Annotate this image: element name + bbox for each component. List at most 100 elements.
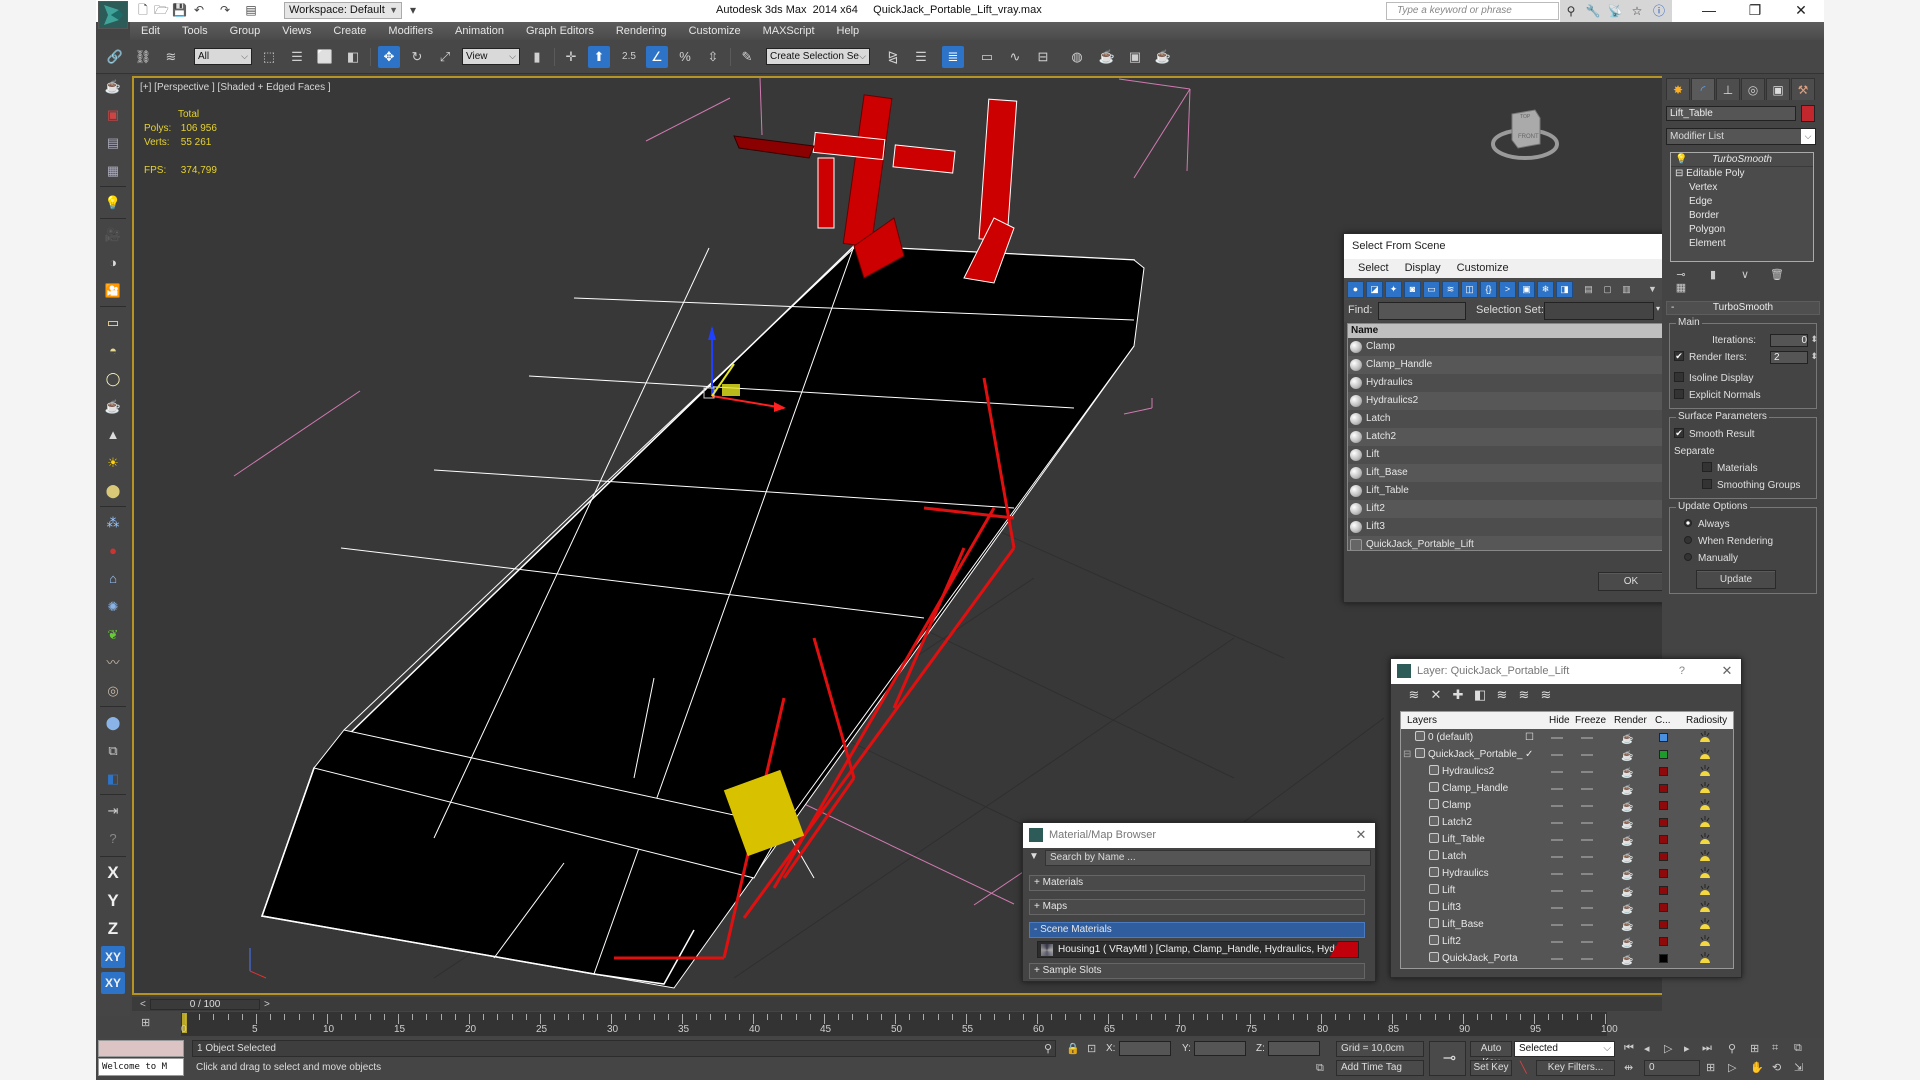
align-icon[interactable]: ☰ <box>910 46 932 68</box>
disc-light-icon[interactable]: ◯ <box>101 368 125 390</box>
group-sample-slots[interactable]: + Sample Slots <box>1029 963 1365 979</box>
maxscript-mini-listener[interactable]: Welcome to M <box>98 1058 184 1076</box>
teapot-icon[interactable]: ☕ <box>101 76 125 98</box>
link-icon[interactable]: 🔗 <box>104 46 126 68</box>
unlink-icon[interactable]: ⛓ <box>132 46 154 68</box>
rectangular-selection-icon[interactable]: ⬜ <box>314 46 336 68</box>
pivot-center-icon[interactable]: ▮ <box>526 46 548 68</box>
constrain-xy-button[interactable]: XY <box>101 946 125 968</box>
display-lights-icon[interactable]: ✦ <box>1385 281 1402 298</box>
layer-color-swatch[interactable] <box>1659 767 1668 776</box>
menu-rendering[interactable]: Rendering <box>605 22 678 40</box>
isoline-display-checkbox[interactable] <box>1674 372 1684 383</box>
angle-snap-icon[interactable]: ∠ <box>646 46 668 68</box>
selection-set-dropdown[interactable] <box>1544 302 1654 320</box>
update-manually-radio[interactable] <box>1684 553 1692 562</box>
layer-object-row[interactable]: QuickJack_Porta ☕ <box>1401 950 1733 967</box>
radiosity-icon[interactable] <box>1699 849 1711 862</box>
layer-object-row[interactable]: Clamp ☕ <box>1401 797 1733 814</box>
spot-light-icon[interactable]: ▲ <box>101 424 125 446</box>
column-hide[interactable]: Hide <box>1549 712 1570 729</box>
rendered-frame-window-icon[interactable]: ▣ <box>1124 46 1146 68</box>
hide-toggle[interactable] <box>1551 890 1563 892</box>
satellite-icon[interactable]: 📡 <box>1604 0 1626 22</box>
separate-smoothing-groups-checkbox[interactable] <box>1702 479 1712 490</box>
freeze-toggle[interactable] <box>1581 941 1593 943</box>
constrain-z-button[interactable]: Z <box>101 918 125 940</box>
close-button[interactable]: ✕ <box>1778 0 1824 22</box>
explicit-normals-checkbox[interactable] <box>1674 389 1684 400</box>
radiosity-icon[interactable] <box>1699 781 1711 794</box>
freeze-toggle[interactable] <box>1581 958 1593 960</box>
zoom-extents-icon[interactable]: ⌗ <box>1772 1042 1778 1055</box>
layer-object-row[interactable]: Lift_Base ☕ <box>1401 916 1733 933</box>
dialog-titlebar[interactable]: Material/Map Browser ✕ <box>1023 823 1375 848</box>
display-tab-icon[interactable]: ▣ <box>1766 78 1790 100</box>
viewcube[interactable]: FRONT TOP <box>1490 104 1560 164</box>
menu-modifiers[interactable]: Modifiers <box>377 22 444 40</box>
physical-camera-icon[interactable]: 🎦 <box>101 280 125 302</box>
subobject-polygon[interactable]: Polygon <box>1671 223 1813 237</box>
layer-color-swatch[interactable] <box>1659 750 1668 759</box>
freeze-toggle[interactable] <box>1581 924 1593 926</box>
time-slider[interactable]: 0 / 100 <box>150 999 260 1010</box>
dome-light-icon[interactable]: ◓ <box>101 340 125 362</box>
key-icon[interactable]: 🔧 <box>1582 0 1604 22</box>
freeze-toggle[interactable] <box>1581 907 1593 909</box>
radiosity-icon[interactable] <box>1699 866 1711 879</box>
freeze-toggle[interactable] <box>1581 856 1593 858</box>
absolute-mode-icon[interactable]: ⊡ <box>1087 1042 1096 1055</box>
layer-color-swatch[interactable] <box>1659 886 1668 895</box>
render-iters-checkbox[interactable]: ✔ <box>1674 351 1684 362</box>
restore-button[interactable]: ❐ <box>1732 0 1778 22</box>
edit-named-selection-icon[interactable]: ✎ <box>736 46 758 68</box>
named-selection-sets-dropdown[interactable]: Create Selection Se ⌵ <box>766 48 870 65</box>
ies-light-icon[interactable]: ⬤ <box>101 480 125 502</box>
hide-toggle[interactable] <box>1551 737 1563 739</box>
x-coordinate-field[interactable] <box>1119 1041 1171 1056</box>
display-helpers-icon[interactable]: ▭ <box>1423 281 1440 298</box>
layer-color-swatch[interactable] <box>1659 818 1668 827</box>
viewport-label[interactable]: [+] [Perspective ] [Shaded + Edged Faces… <box>140 82 331 93</box>
update-when-rendering-radio[interactable] <box>1684 536 1692 545</box>
radiosity-icon[interactable] <box>1699 832 1711 845</box>
render-frame-icon[interactable]: ▣ <box>101 104 125 126</box>
lightbulb-icon[interactable]: 💡 <box>1675 153 1687 167</box>
display-shapes-icon[interactable]: ◪ <box>1366 281 1383 298</box>
current-frame-field[interactable]: 0 <box>1644 1060 1700 1076</box>
menu-views[interactable]: Views <box>271 22 322 40</box>
current-layer-check-icon[interactable]: ✓ <box>1525 746 1533 763</box>
redo-icon[interactable]: ↷ <box>218 3 232 17</box>
smooth-result-checkbox[interactable]: ✔ <box>1674 428 1684 439</box>
layer-color-swatch[interactable] <box>1659 920 1668 929</box>
add-to-layer-icon[interactable]: ✚ <box>1447 684 1469 706</box>
menu-group[interactable]: Group <box>219 22 272 40</box>
dialog-titlebar[interactable]: Layer: QuickJack_Portable_Lift ? ✕ <box>1391 659 1741 684</box>
reference-coordinate-dropdown[interactable]: View ⌵ <box>462 48 520 65</box>
update-button[interactable]: Update <box>1696 570 1776 589</box>
previous-frame-arrow[interactable]: < <box>140 999 146 1010</box>
layer-object-row[interactable]: Hydraulics2 ☕ <box>1401 763 1733 780</box>
menu-maxscript[interactable]: MAXScript <box>752 22 826 40</box>
orbit-icon[interactable]: ⟲ <box>1772 1061 1781 1074</box>
radiosity-icon[interactable] <box>1699 764 1711 777</box>
modifier-list-dropdown[interactable]: Modifier List ⌵ <box>1666 128 1816 145</box>
time-configuration-icon[interactable]: ⊞ <box>1706 1061 1715 1074</box>
radiosity-icon[interactable] <box>1699 883 1711 896</box>
column-color[interactable]: C... <box>1655 712 1671 729</box>
find-input[interactable] <box>1378 302 1466 320</box>
grass-icon[interactable]: ❦ <box>101 624 125 646</box>
delete-layer-icon[interactable]: ✕ <box>1425 684 1447 706</box>
layer-row[interactable]: ⊟ QuickJack_Portable_ ✓ ☕ <box>1401 746 1733 763</box>
layer-color-swatch[interactable] <box>1659 954 1668 963</box>
layer-object-row[interactable]: Lift3 ☕ <box>1401 899 1733 916</box>
object-color-swatch[interactable] <box>1801 105 1815 122</box>
motion-tab-icon[interactable]: ◎ <box>1741 78 1765 100</box>
freeze-all-icon[interactable]: ≋ <box>1535 684 1557 706</box>
viewcube-front-label[interactable]: FRONT <box>1518 134 1539 140</box>
project-folder-icon[interactable]: ▤ <box>244 3 258 17</box>
pan-view-icon[interactable]: ✋ <box>1750 1061 1764 1074</box>
camera-icon[interactable]: 🎥 <box>101 224 125 246</box>
display-groups-icon[interactable]: ◫ <box>1461 281 1478 298</box>
display-frozen-icon[interactable]: ❄ <box>1537 281 1554 298</box>
